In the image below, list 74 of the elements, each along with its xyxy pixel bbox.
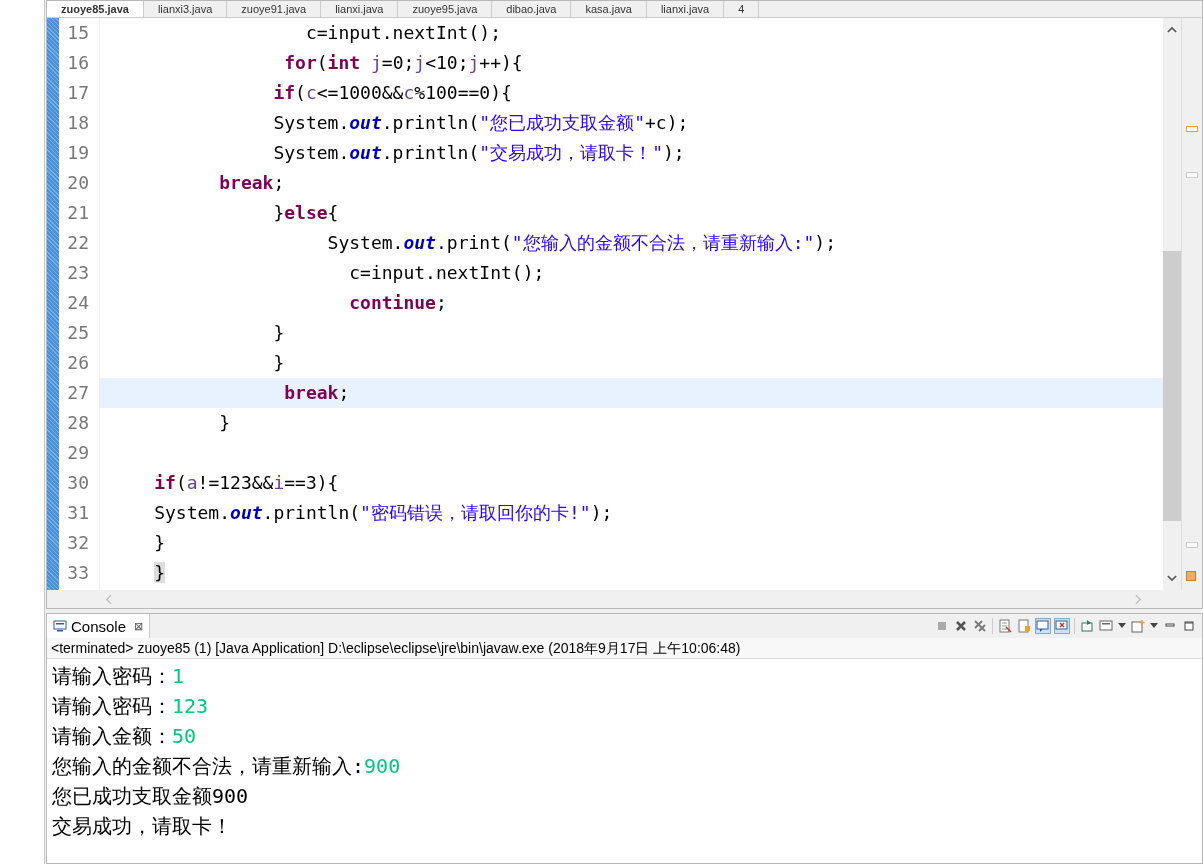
file-tab[interactable]: zuoye95.java bbox=[398, 1, 493, 17]
console-line: 交易成功，请取卡！ bbox=[52, 813, 232, 840]
status-square-icon bbox=[1186, 571, 1196, 581]
line-number: 32 bbox=[66, 531, 90, 555]
file-tab[interactable]: lianxi.java bbox=[646, 1, 725, 17]
scroll-thumb[interactable] bbox=[1163, 251, 1181, 521]
code-line: } bbox=[218, 411, 232, 435]
code-line: c=input.nextInt(); bbox=[304, 21, 502, 45]
code-line: System.out.println("密码错误，请取回你的卡!"); bbox=[153, 501, 614, 525]
display-console-icon[interactable] bbox=[1099, 619, 1113, 633]
close-button[interactable]: ⊠ bbox=[134, 619, 144, 633]
code-line: for(int j=0;j<10;j++){ bbox=[283, 51, 524, 75]
code-line: if(a!=123&&i==3){ bbox=[153, 471, 340, 495]
file-tab[interactable]: kasa.java bbox=[571, 1, 647, 17]
code-line: break; bbox=[218, 171, 286, 195]
console-line: 您已成功支取金额900 bbox=[52, 783, 249, 810]
line-number: 17 bbox=[66, 81, 90, 105]
code-line: System.out.println("交易成功，请取卡！"); bbox=[272, 141, 686, 165]
dropdown-icon[interactable] bbox=[1118, 623, 1126, 629]
line-number: 26 bbox=[66, 351, 90, 375]
occurrence-marker[interactable] bbox=[1186, 172, 1198, 178]
line-number: 22 bbox=[66, 231, 90, 255]
new-console-icon[interactable] bbox=[1131, 619, 1145, 633]
dropdown-icon[interactable] bbox=[1150, 623, 1158, 629]
console-line: 请输入密码：1 bbox=[52, 663, 185, 690]
code-line: continue; bbox=[348, 291, 448, 315]
code-line: } bbox=[272, 351, 286, 375]
line-number: 31 bbox=[66, 501, 90, 525]
line-number: 19 bbox=[66, 141, 90, 165]
scroll-lock-icon[interactable] bbox=[1017, 619, 1031, 633]
vertical-scrollbar[interactable] bbox=[1163, 18, 1181, 590]
line-number: 33 bbox=[66, 561, 90, 585]
file-tab[interactable]: lianxi.java bbox=[321, 1, 399, 17]
line-number: 23 bbox=[66, 261, 90, 285]
console-title: Console bbox=[71, 617, 127, 635]
line-number: 27 bbox=[66, 381, 90, 405]
line-number: 24 bbox=[66, 291, 90, 315]
code-line: c=input.nextInt(); bbox=[348, 261, 546, 285]
file-tab[interactable]: zuoye85.java bbox=[47, 1, 144, 17]
code-line: } bbox=[272, 321, 286, 345]
monitor-icon bbox=[53, 620, 67, 632]
console-tab[interactable]: Console ⊠ bbox=[47, 614, 151, 638]
line-number: 21 bbox=[66, 201, 90, 225]
file-tab[interactable]: 4 bbox=[724, 1, 760, 17]
line-number: 29 bbox=[66, 441, 90, 465]
line-number: 30 bbox=[66, 471, 90, 495]
console-line: 请输入金额：50 bbox=[52, 723, 197, 750]
warning-marker[interactable] bbox=[1186, 126, 1198, 132]
line-number: 16 bbox=[66, 51, 90, 75]
line-number: 25 bbox=[66, 321, 90, 345]
remove-all-icon[interactable] bbox=[973, 619, 987, 633]
code-line: System.out.println("您已成功支取金额"+c); bbox=[272, 111, 690, 135]
show-on-output-icon[interactable] bbox=[1036, 619, 1050, 633]
occurrence-marker[interactable] bbox=[1186, 542, 1198, 548]
line-number: 15 bbox=[66, 21, 90, 45]
process-status: <terminated> zuoye85 (1) [Java Application] D:\eclipse\eclipse\jre\bin\javaw.exe (2018年9月17日 上午10:06:48) bbox=[47, 638, 1202, 659]
line-number: 28 bbox=[66, 411, 90, 435]
remove-icon[interactable] bbox=[954, 619, 968, 633]
file-tab[interactable]: zuoye91.java bbox=[227, 1, 322, 17]
code-line: if(c<=1000&&c%100==0){ bbox=[272, 81, 513, 105]
file-tab[interactable]: lianxi3.java bbox=[143, 1, 228, 17]
show-on-error-icon[interactable] bbox=[1055, 619, 1069, 633]
console-line: 您输入的金额不合法，请重新输入:900 bbox=[52, 753, 401, 780]
stop-icon[interactable] bbox=[935, 619, 949, 633]
code-line: }else{ bbox=[272, 201, 340, 225]
code-line: } bbox=[153, 531, 167, 555]
line-number: 20 bbox=[66, 171, 90, 195]
file-tab[interactable]: dibao.java bbox=[492, 1, 572, 17]
pin-icon[interactable] bbox=[1080, 619, 1094, 633]
code-line: System.out.print("您输入的金额不合法，请重新输入:"); bbox=[326, 231, 837, 255]
console-line: 请输入密码：123 bbox=[52, 693, 209, 720]
line-number: 18 bbox=[66, 111, 90, 135]
maximize-icon[interactable] bbox=[1182, 619, 1196, 633]
clear-console-icon[interactable] bbox=[998, 619, 1012, 633]
